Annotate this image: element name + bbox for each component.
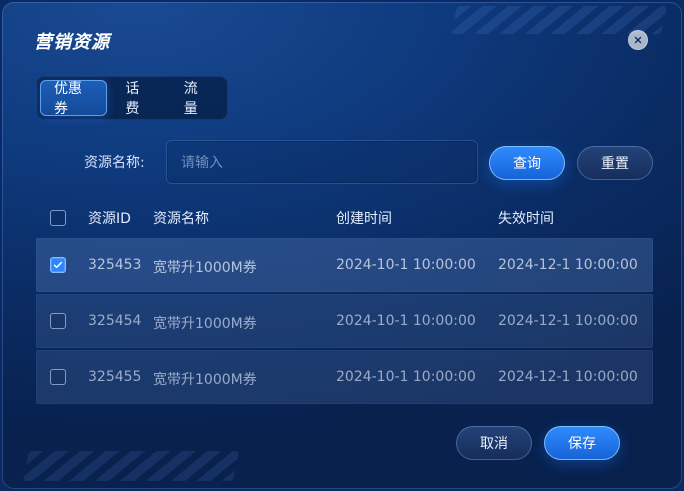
- table-row[interactable]: 325454 宽带升1000M券 2024-10-1 10:00:00 2024…: [36, 294, 653, 348]
- table-row[interactable]: 325453 宽带升1000M券 2024-10-1 10:00:00 2024…: [36, 238, 653, 292]
- tab-phone-credit[interactable]: 话费: [111, 80, 165, 117]
- marketing-resources-dialog: 营销资源 优惠券 话费 流量 资源名称: 查询 重置 资源ID 资源名称 创建: [2, 2, 682, 489]
- cell-expire-time: 2024-12-1 10:00:00: [498, 257, 638, 273]
- resource-name-input[interactable]: [166, 140, 478, 184]
- header-resource-name: 资源名称: [153, 211, 209, 227]
- select-all-checkbox[interactable]: [50, 210, 66, 226]
- table-body: 325453 宽带升1000M券 2024-10-1 10:00:00 2024…: [36, 238, 653, 404]
- cell-expire-time: 2024-12-1 10:00:00: [498, 313, 638, 329]
- cancel-button-label: 取消: [480, 436, 508, 452]
- resources-table: 资源ID 资源名称 创建时间 失效时间 325453 宽带升1000M券 202…: [36, 200, 653, 404]
- resource-type-tabs: 优惠券 话费 流量: [36, 76, 228, 120]
- reset-button[interactable]: 重置: [577, 146, 653, 180]
- reset-button-label: 重置: [601, 156, 629, 172]
- header-resource-id: 资源ID: [88, 211, 131, 227]
- cancel-button[interactable]: 取消: [456, 426, 532, 460]
- cell-resource-id: 325455: [88, 369, 142, 385]
- cell-resource-name: 宽带升1000M券: [153, 316, 257, 332]
- dialog-title: 营销资源: [34, 32, 110, 53]
- header-created-time: 创建时间: [336, 211, 392, 227]
- tab-data-traffic[interactable]: 流量: [170, 80, 224, 117]
- query-button-label: 查询: [513, 156, 541, 172]
- cell-resource-name: 宽带升1000M券: [153, 372, 257, 388]
- save-button-label: 保存: [568, 436, 596, 452]
- tab-label: 话费: [125, 81, 140, 117]
- save-button[interactable]: 保存: [544, 426, 620, 460]
- query-button[interactable]: 查询: [489, 146, 565, 180]
- filter-row: 资源名称: 查询 重置: [2, 140, 682, 186]
- tab-label: 优惠券: [54, 81, 82, 117]
- close-icon: [634, 36, 642, 44]
- tab-coupon[interactable]: 优惠券: [40, 80, 108, 117]
- header-expire-time: 失效时间: [498, 211, 554, 227]
- row-checkbox[interactable]: [50, 369, 66, 385]
- cell-resource-name: 宽带升1000M券: [153, 260, 257, 276]
- resource-name-label: 资源名称:: [84, 155, 145, 171]
- table-row[interactable]: 325455 宽带升1000M券 2024-10-1 10:00:00 2024…: [36, 350, 653, 404]
- tab-label: 流量: [183, 81, 198, 117]
- cell-created-time: 2024-10-1 10:00:00: [336, 369, 476, 385]
- cell-created-time: 2024-10-1 10:00:00: [336, 257, 476, 273]
- table-header: 资源ID 资源名称 创建时间 失效时间: [36, 200, 653, 236]
- check-icon: [53, 261, 63, 269]
- cell-created-time: 2024-10-1 10:00:00: [336, 313, 476, 329]
- cell-expire-time: 2024-12-1 10:00:00: [498, 369, 638, 385]
- close-button[interactable]: [628, 30, 648, 50]
- cell-resource-id: 325454: [88, 313, 142, 329]
- cell-resource-id: 325453: [88, 257, 142, 273]
- row-checkbox[interactable]: [50, 257, 66, 273]
- row-checkbox[interactable]: [50, 313, 66, 329]
- footer-actions: 取消 保存: [2, 426, 682, 466]
